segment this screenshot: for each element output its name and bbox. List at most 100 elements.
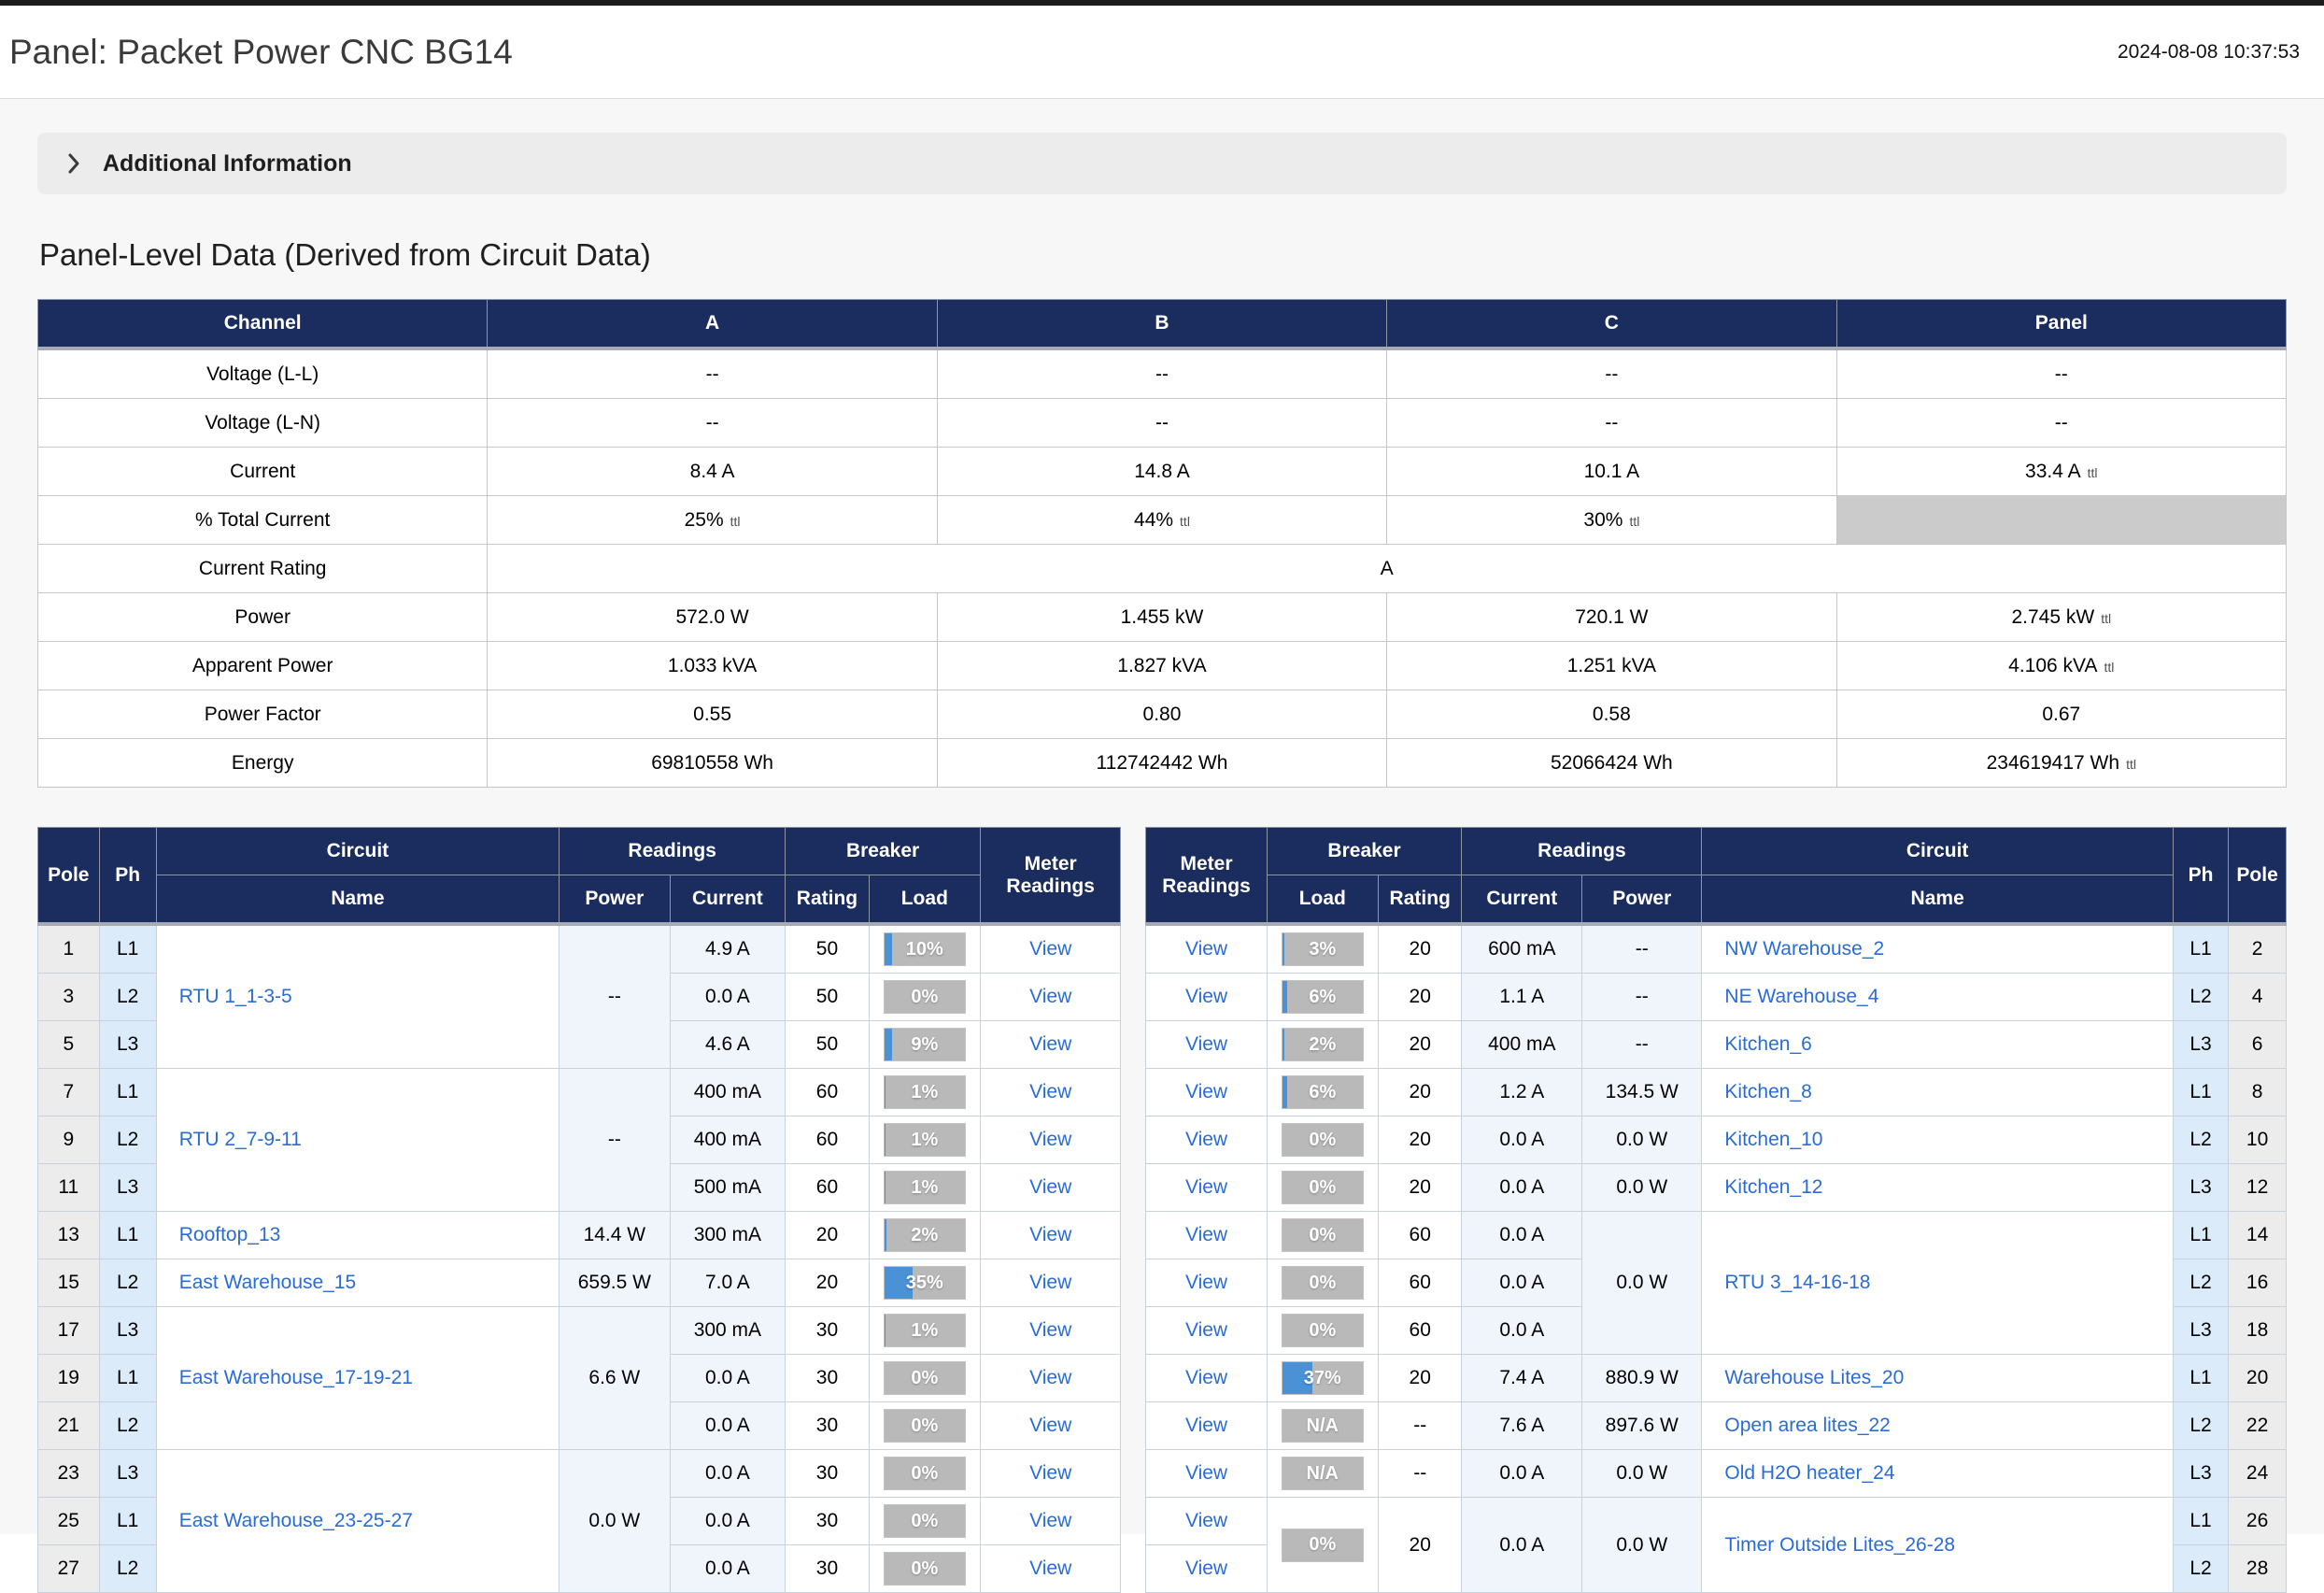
view-link[interactable]: View [1029, 1033, 1071, 1055]
value-cell: 52066424 Wh [1387, 739, 1836, 788]
ttl-suffix: ttl [1180, 514, 1190, 529]
view-link[interactable]: View [1029, 1081, 1071, 1102]
view-link[interactable]: View [1029, 986, 1071, 1007]
circuit-row: 7L1RTU 2_7-9-11--400 mA601%View [38, 1069, 1121, 1117]
right-table-header-row-2: Load Rating Current Power Name [1146, 875, 2287, 925]
breaker-load-cell: N/A [1267, 1450, 1378, 1498]
view-link[interactable]: View [1029, 1272, 1071, 1293]
current-cell: 0.0 A [1462, 1117, 1582, 1164]
view-link[interactable]: View [1185, 1081, 1227, 1102]
view-link[interactable]: View [1029, 1176, 1071, 1198]
load-bar: 6% [1282, 980, 1364, 1014]
circuit-name-link[interactable]: East Warehouse_17-19-21 [179, 1367, 413, 1388]
phase-cell: L3 [99, 1164, 156, 1212]
accordion-label: Additional Information [103, 150, 352, 178]
meter-readings-cell: View [980, 1307, 1120, 1355]
circuit-name-link[interactable]: RTU 3_14-16-18 [1724, 1272, 1870, 1293]
view-link[interactable]: View [1185, 938, 1227, 960]
circuit-name-link[interactable]: Warehouse Lites_20 [1724, 1367, 1904, 1388]
circuit-name-link[interactable]: NW Warehouse_2 [1724, 938, 1884, 960]
view-link[interactable]: View [1185, 1462, 1227, 1484]
view-link[interactable]: View [1029, 1224, 1071, 1245]
view-link[interactable]: View [1185, 1033, 1227, 1055]
view-link[interactable]: View [1029, 1510, 1071, 1531]
view-link[interactable]: View [1185, 1510, 1227, 1531]
load-bar: 1% [884, 1314, 966, 1347]
circuit-name-cell: Timer Outside Lites_26-28 [1702, 1498, 2174, 1593]
power-cell: -- [560, 1069, 670, 1212]
phase-cell: L2 [99, 1402, 156, 1450]
breaker-load-cell: 0% [869, 1498, 980, 1545]
current-cell: 7.0 A [670, 1259, 786, 1307]
phase-cell: L3 [2173, 1021, 2228, 1069]
view-link[interactable]: View [1029, 1415, 1071, 1436]
breaker-rating-cell: 20 [786, 1259, 869, 1307]
phase-cell: L2 [2173, 1545, 2228, 1593]
meter-readings-cell: View [980, 1212, 1120, 1259]
circuit-name-link[interactable]: Old H2O heater_24 [1724, 1462, 1894, 1484]
col-header-name: Name [1702, 875, 2174, 925]
value-cell: 0.55 [488, 690, 937, 739]
load-bar-label: 0% [885, 1458, 965, 1489]
panel-table-header-row: Channel A B C Panel [38, 300, 2287, 349]
row-label: Power Factor [38, 690, 488, 739]
breaker-rating-cell: 60 [1378, 1259, 1462, 1307]
view-link[interactable]: View [1029, 1367, 1071, 1388]
breaker-load-cell: 0% [869, 1355, 980, 1402]
circuit-name-link[interactable]: Open area lites_22 [1724, 1415, 1890, 1436]
view-link[interactable]: View [1185, 1224, 1227, 1245]
phase-cell: L1 [2173, 1069, 2228, 1117]
circuit-name-link[interactable]: Kitchen_6 [1724, 1033, 1811, 1055]
circuit-name-link[interactable]: NE Warehouse_4 [1724, 986, 1878, 1007]
breaker-load-cell: 1% [869, 1307, 980, 1355]
power-cell: 134.5 W [1582, 1069, 1702, 1117]
phase-cell: L2 [2173, 1402, 2228, 1450]
breaker-rating-cell: 30 [786, 1498, 869, 1545]
phase-cell: L1 [99, 1355, 156, 1402]
view-link[interactable]: View [1185, 1176, 1227, 1198]
circuit-name-link[interactable]: Rooftop_13 [179, 1224, 281, 1245]
view-link[interactable]: View [1185, 1129, 1227, 1150]
circuit-row: 15L2East Warehouse_15659.5 W7.0 A2035%Vi… [38, 1259, 1121, 1307]
breaker-rating-cell: 60 [1378, 1212, 1462, 1259]
view-link[interactable]: View [1185, 1367, 1227, 1388]
load-bar-label: 0% [885, 1362, 965, 1394]
circuit-row: 13L1Rooftop_1314.4 W300 mA202%View [38, 1212, 1121, 1259]
current-cell: 500 mA [670, 1164, 786, 1212]
value-cell: 1.033 kVA [488, 642, 937, 690]
circuit-row: 17L3East Warehouse_17-19-216.6 W300 mA30… [38, 1307, 1121, 1355]
circuit-name-link[interactable]: RTU 2_7-9-11 [179, 1129, 302, 1150]
view-link[interactable]: View [1029, 938, 1071, 960]
view-link[interactable]: View [1185, 1319, 1227, 1341]
additional-information-accordion[interactable]: Additional Information [37, 133, 2287, 194]
load-bar: 0% [884, 1504, 966, 1538]
power-cell: 659.5 W [560, 1259, 670, 1307]
view-link[interactable]: View [1029, 1129, 1071, 1150]
power-cell: 6.6 W [560, 1307, 670, 1450]
circuit-name-link[interactable]: Kitchen_10 [1724, 1129, 1822, 1150]
view-link[interactable]: View [1029, 1462, 1071, 1484]
circuit-name-link[interactable]: Kitchen_8 [1724, 1081, 1811, 1102]
circuit-name-link[interactable]: East Warehouse_23-25-27 [179, 1510, 413, 1531]
value-cell: 10.1 A [1387, 448, 1836, 496]
circuit-name-link[interactable]: Kitchen_12 [1724, 1176, 1822, 1198]
col-header-c: C [1387, 300, 1836, 349]
breaker-rating-cell: 30 [786, 1402, 869, 1450]
pole-cell: 8 [2229, 1069, 2287, 1117]
circuit-row: 1L1RTU 1_1-3-5--4.9 A5010%View [38, 924, 1121, 974]
spanned-value-cell: A [488, 545, 2287, 593]
view-link[interactable]: View [1185, 1557, 1227, 1579]
circuit-name-link[interactable]: RTU 1_1-3-5 [179, 986, 292, 1007]
circuit-row: View3%20600 mA--NW Warehouse_2L12 [1146, 924, 2287, 974]
view-link[interactable]: View [1185, 986, 1227, 1007]
view-link[interactable]: View [1185, 1415, 1227, 1436]
circuit-name-link[interactable]: East Warehouse_15 [179, 1272, 357, 1293]
circuit-name-link[interactable]: Timer Outside Lites_26-28 [1724, 1534, 1955, 1556]
view-link[interactable]: View [1185, 1272, 1227, 1293]
view-link[interactable]: View [1029, 1319, 1071, 1341]
meter-readings-cell: View [980, 1021, 1120, 1069]
view-link[interactable]: View [1029, 1557, 1071, 1579]
current-cell: 1.2 A [1462, 1069, 1582, 1117]
col-header-current: Current [670, 875, 786, 925]
col-header-readings: Readings [1462, 828, 1702, 875]
